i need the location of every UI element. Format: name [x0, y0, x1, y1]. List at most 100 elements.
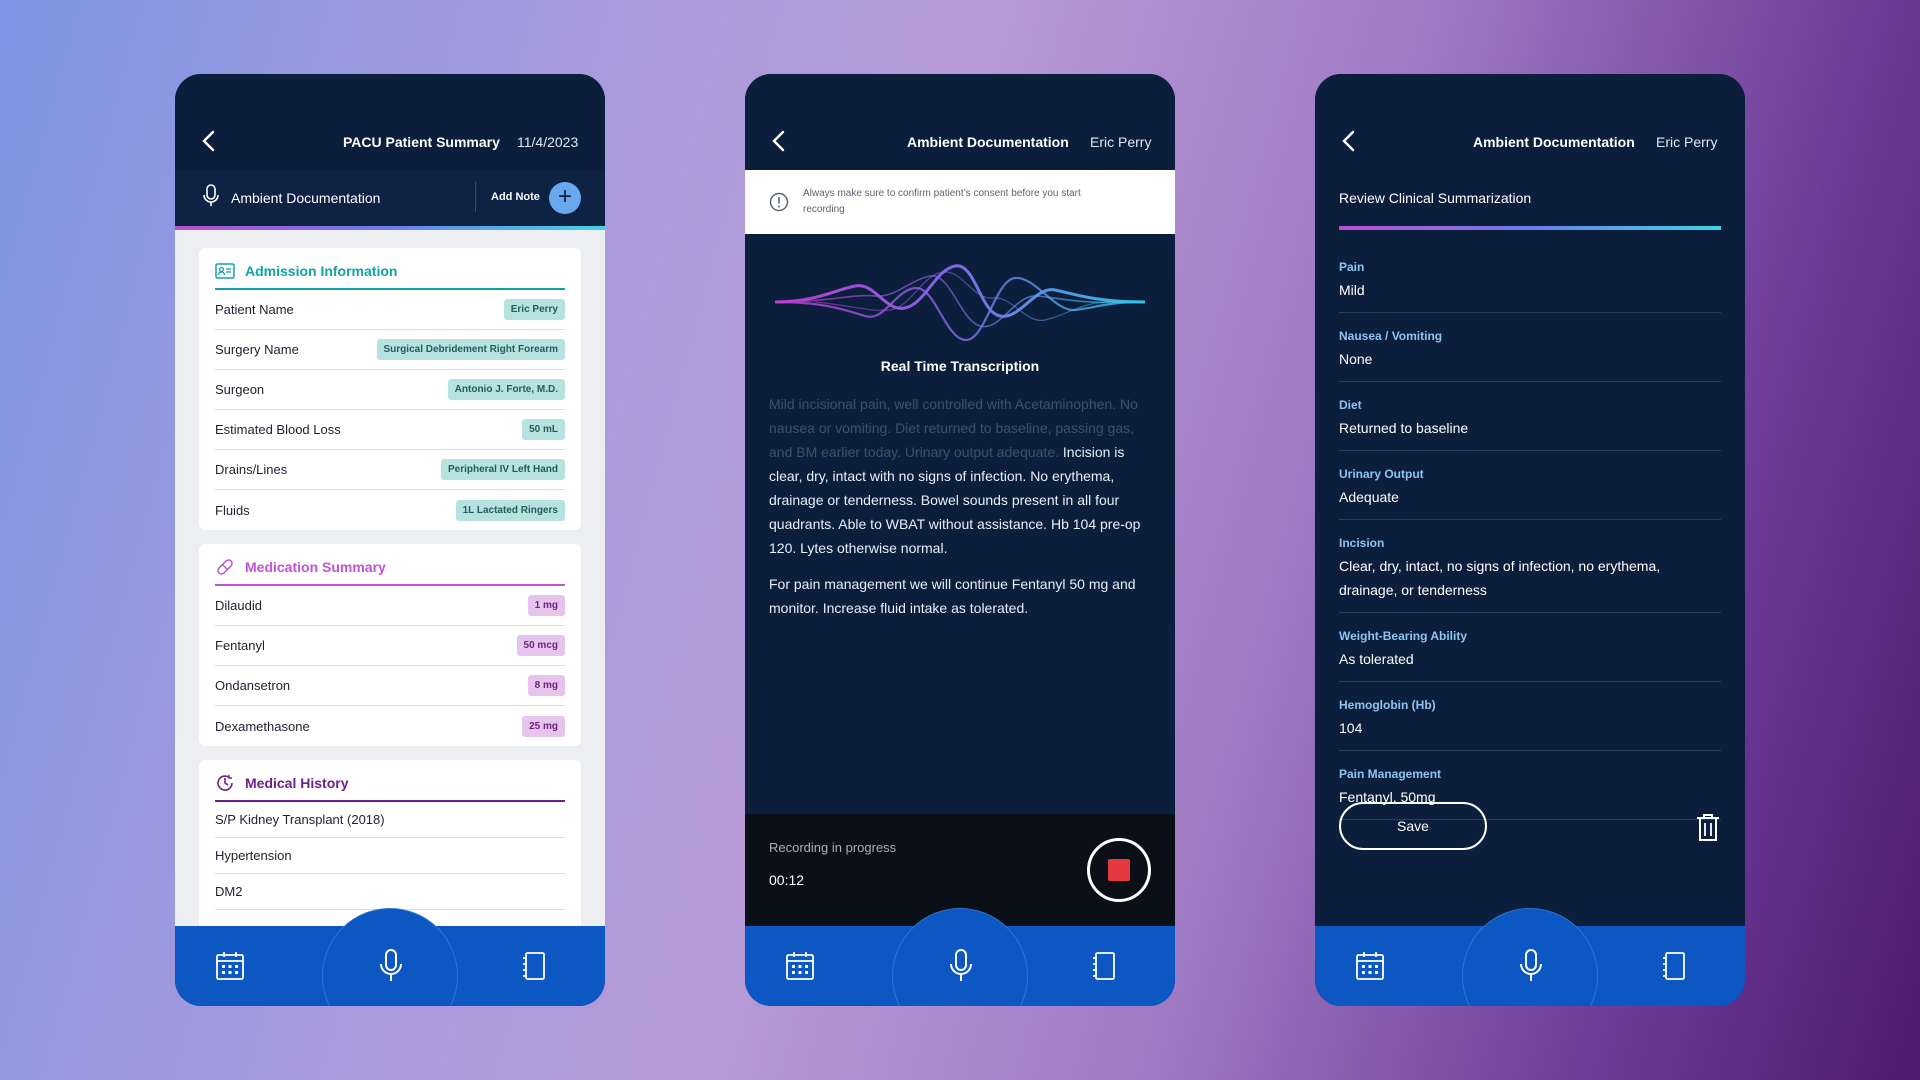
- back-chevron-icon[interactable]: [201, 130, 217, 152]
- admission-card: Admission Information Patient Name Eric P…: [199, 248, 581, 530]
- field-value: Clear, dry, intact, no signs of infectio…: [1339, 558, 1661, 598]
- value-badge: 1L Lactated Ringers: [455, 499, 565, 521]
- summary-field[interactable]: Weight-Bearing Ability As tolerated: [1339, 613, 1721, 682]
- microphone-icon: [203, 184, 219, 206]
- transcript-main: Incision is clear, dry, intact with no s…: [769, 444, 1141, 556]
- patient-name: Eric Perry: [1656, 134, 1718, 150]
- value-badge: Surgical Debridement Right Forearm: [376, 339, 565, 360]
- add-note-button[interactable]: +: [549, 182, 581, 214]
- consent-text: Always make sure to confirm patient’s co…: [803, 188, 1081, 215]
- bottom-nav: [745, 908, 1175, 1006]
- realtime-transcription-title: Real Time Transcription: [880, 358, 1040, 374]
- field-label: Weight-Bearing Ability: [1339, 629, 1468, 643]
- header-bar: Ambient Documentation Eric Perry: [745, 74, 1175, 170]
- field-label: Hemoglobin (Hb): [1339, 698, 1436, 712]
- pill-icon: [217, 559, 233, 575]
- history-header: Medical History: [215, 760, 565, 800]
- consent-banner: Always make sure to confirm patient’s co…: [745, 170, 1175, 234]
- medication-rows: Dilaudid 1 mg Fentanyl 50 mcg Ondansetron 8 m…: [215, 586, 565, 746]
- microphone-icon[interactable]: [1518, 948, 1544, 984]
- table-row: Dexamethasone 25 mg: [215, 706, 565, 746]
- page-title: PACU Patient Summary: [343, 134, 500, 150]
- value-badge: 50 mcg: [516, 635, 565, 656]
- phone-review-summarization: Ambient Documentation Eric Perry Review …: [1315, 74, 1745, 1006]
- history-clock-icon: [217, 775, 233, 791]
- back-chevron-icon[interactable]: [1341, 130, 1357, 152]
- table-row: Patient Name Eric Perry: [215, 290, 565, 330]
- header-bar: PACU Patient Summary 11/4/2023: [175, 74, 605, 170]
- notepad-icon[interactable]: [1660, 950, 1690, 982]
- admission-header: Admission Information: [215, 248, 565, 288]
- table-row: Estimated Blood Loss 50 mL: [215, 410, 565, 450]
- calendar-icon[interactable]: [1355, 950, 1385, 982]
- review-bar: Review Clinical Summarization: [1315, 170, 1745, 230]
- microphone-icon[interactable]: [378, 948, 404, 984]
- audio-waveform: [775, 264, 1145, 342]
- summary-field[interactable]: Nausea / Vomiting None: [1339, 313, 1721, 382]
- table-row: Ondansetron 8 mg: [215, 666, 565, 706]
- transcript-plan: For pain management we will continue Fen…: [769, 576, 1136, 616]
- value-badge: 25 mg: [522, 715, 565, 737]
- field-value: Adequate: [1339, 489, 1399, 505]
- calendar-icon[interactable]: [215, 950, 245, 982]
- row-label: Surgery Name: [215, 342, 299, 357]
- value-badge: Antonio J. Forte, M.D.: [447, 379, 565, 400]
- table-row: Surgeon Antonio J. Forte, M.D.: [215, 370, 565, 410]
- notepad-icon[interactable]: [1090, 950, 1120, 982]
- notepad-icon[interactable]: [520, 950, 550, 982]
- divider: [475, 182, 476, 212]
- row-label: Patient Name: [215, 302, 294, 317]
- row-label: Drains/Lines: [215, 462, 288, 477]
- field-value: Mild: [1339, 282, 1365, 298]
- save-button[interactable]: Save: [1339, 802, 1487, 850]
- microphone-icon[interactable]: [948, 948, 974, 984]
- summary-field[interactable]: Incision Clear, dry, intact, no signs of …: [1339, 520, 1721, 613]
- gradient-divider: [1339, 226, 1721, 230]
- history-title: Medical History: [245, 775, 349, 791]
- table-row: Dilaudid 1 mg: [215, 586, 565, 626]
- table-row: Fluids 1L Lactated Ringers: [215, 490, 565, 530]
- patient-name: Eric Perry: [1090, 134, 1152, 150]
- list-item: DM2: [215, 874, 565, 910]
- field-value: Returned to baseline: [1339, 420, 1469, 436]
- history-card: Medical History S/P Kidney Transplant (2…: [199, 760, 581, 926]
- field-value: 104: [1339, 720, 1363, 736]
- value-badge: 8 mg: [527, 675, 565, 696]
- page-title: Ambient Documentation: [1473, 134, 1635, 150]
- table-row: Drains/Lines Peripheral IV Left Hand: [215, 450, 565, 490]
- ambient-documentation-bar[interactable]: Ambient Documentation Add Note +: [175, 170, 605, 226]
- row-label: Estimated Blood Loss: [215, 422, 341, 437]
- add-note-label[interactable]: Add Note: [491, 191, 540, 203]
- recording-timer: 00:12: [769, 872, 805, 888]
- trash-icon[interactable]: [1695, 812, 1721, 842]
- stop-icon: [1108, 859, 1130, 881]
- value-badge: 1 mg: [527, 595, 565, 616]
- row-label: Ondansetron: [215, 678, 291, 693]
- summary-scroll-area[interactable]: Admission Information Patient Name Eric P…: [175, 230, 605, 926]
- summary-field[interactable]: Hemoglobin (Hb) 104: [1339, 682, 1721, 751]
- field-label: Nausea / Vomiting: [1339, 329, 1443, 343]
- field-label: Urinary Output: [1339, 467, 1424, 481]
- page-date: 11/4/2023: [517, 134, 579, 150]
- header-bar: Ambient Documentation Eric Perry: [1315, 74, 1745, 170]
- row-label: Surgeon: [215, 382, 265, 397]
- review-title: Review Clinical Summarization: [1339, 190, 1532, 206]
- id-card-icon: [215, 263, 235, 279]
- summary-field[interactable]: Urinary Output Adequate: [1339, 451, 1721, 520]
- summary-field[interactable]: Diet Returned to baseline: [1339, 382, 1721, 451]
- ambient-documentation-label: Ambient Documentation: [231, 190, 381, 206]
- phone-patient-summary: PACU Patient Summary 11/4/2023 Ambient D…: [175, 74, 605, 1006]
- transcript-text: Mild incisional pain, well controlled wi…: [769, 392, 1155, 632]
- admission-title: Admission Information: [245, 263, 398, 279]
- field-value: As tolerated: [1339, 651, 1414, 667]
- admission-rows: Patient Name Eric Perry Surgery Name Surgic…: [215, 290, 565, 530]
- row-label: Dilaudid: [215, 598, 262, 613]
- calendar-icon[interactable]: [785, 950, 815, 982]
- value-badge: Peripheral IV Left Hand: [440, 459, 565, 480]
- field-value: None: [1339, 351, 1373, 367]
- summary-field[interactable]: Pain Mild: [1339, 244, 1721, 313]
- medication-header: Medication Summary: [215, 544, 565, 584]
- stop-recording-button[interactable]: [1087, 838, 1151, 902]
- table-row: Surgery Name Surgical Debridement Right F…: [215, 330, 565, 370]
- back-chevron-icon[interactable]: [771, 130, 787, 152]
